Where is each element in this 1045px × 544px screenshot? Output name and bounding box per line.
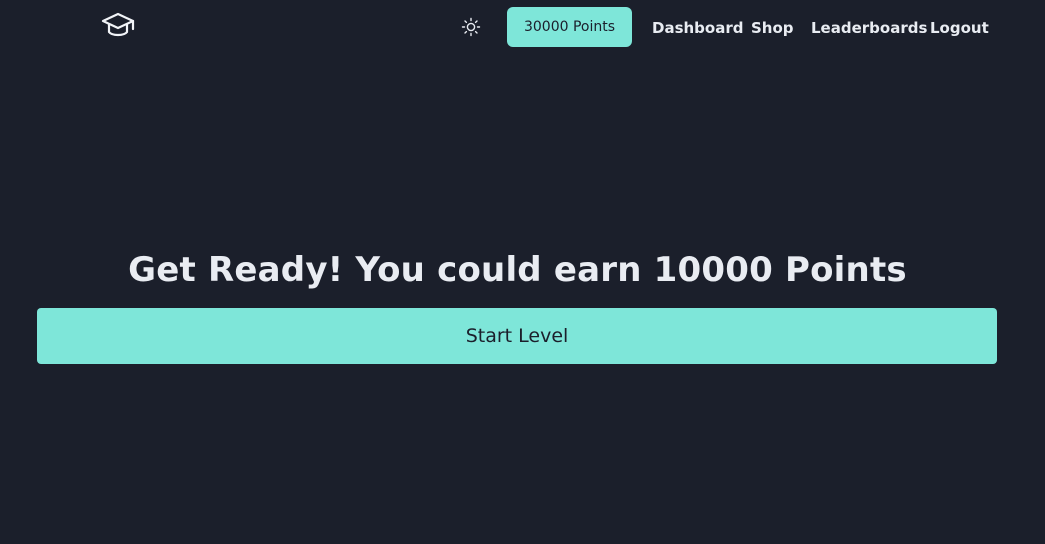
start-level-button[interactable]: Start Level [37,308,997,364]
page-headline: Get Ready! You could earn 10000 Points [128,250,907,290]
graduation-cap-icon[interactable] [100,10,136,42]
nav-link-dashboard[interactable]: Dashboard [652,17,743,39]
nav-link-logout[interactable]: Logout [930,17,989,39]
navbar: 30000 Points Dashboard Shop Leaderboards… [0,0,1045,56]
page: 30000 Points Dashboard Shop Leaderboards… [0,0,1045,544]
nav-link-shop[interactable]: Shop [751,17,794,39]
points-badge[interactable]: 30000 Points [507,7,632,47]
nav-link-leaderboards[interactable]: Leaderboards [811,17,927,39]
sun-icon[interactable] [460,16,482,38]
